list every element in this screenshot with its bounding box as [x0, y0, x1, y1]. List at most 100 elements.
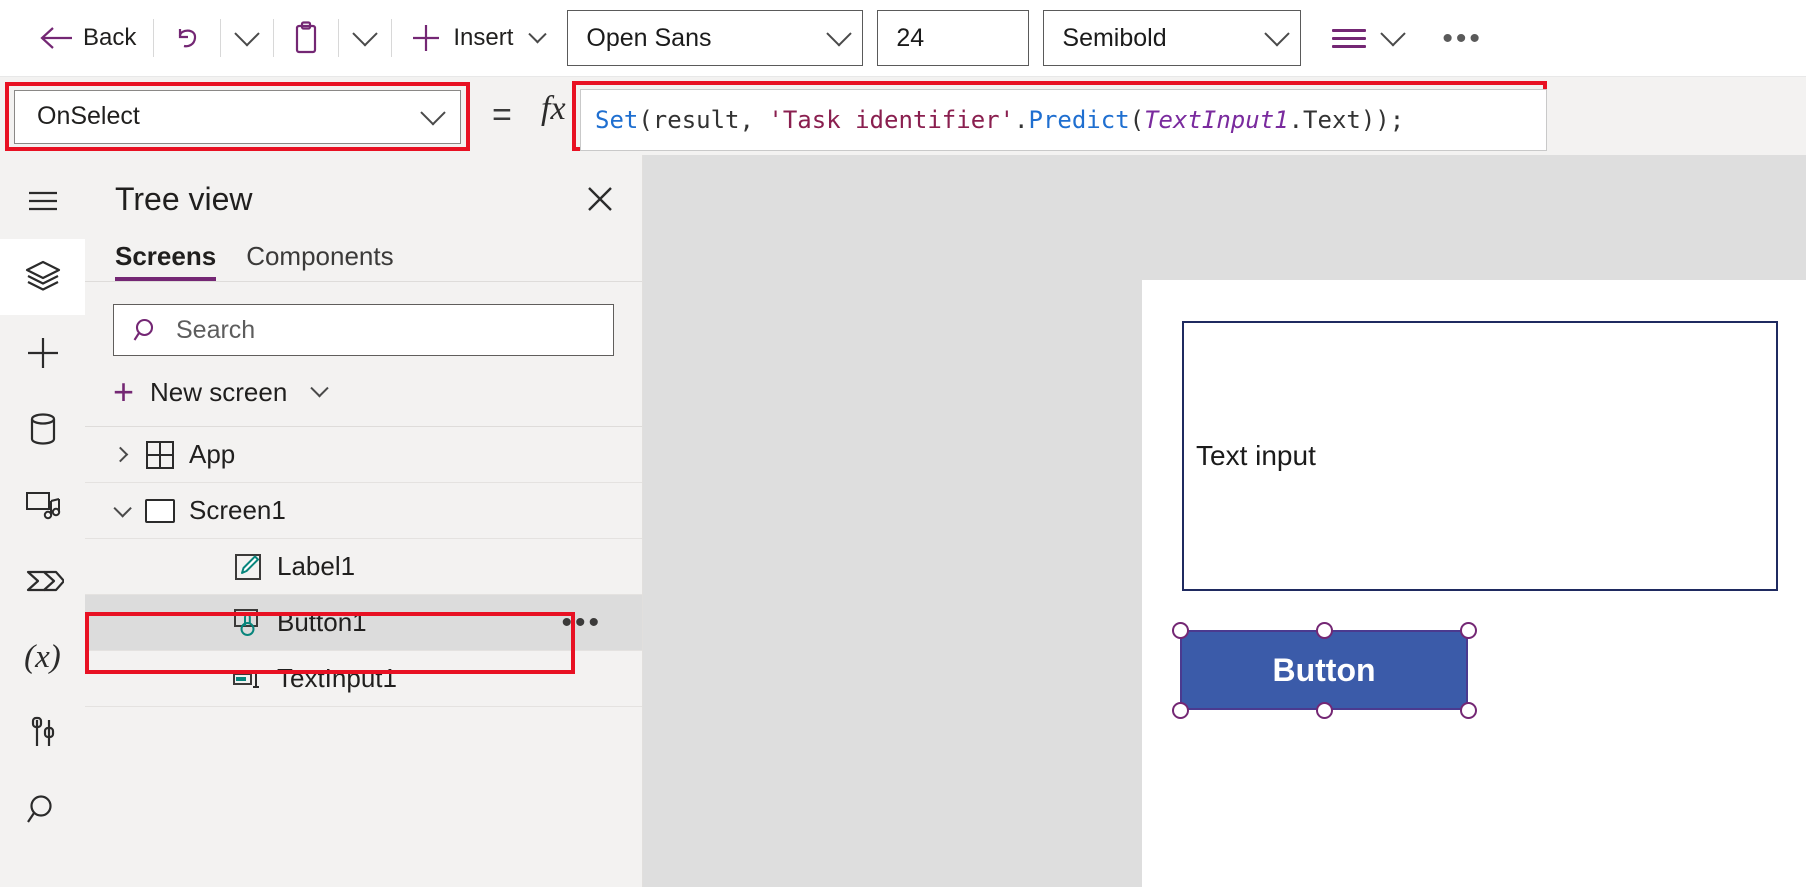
page-title: Tree view [115, 180, 253, 217]
text-align-button[interactable] [1323, 11, 1375, 65]
chevron-down-icon [1264, 21, 1291, 47]
layers-tree-view-icon [25, 260, 60, 291]
tree-row-textinput1[interactable]: TextInput1 [85, 651, 642, 707]
back-label: Back [83, 24, 137, 51]
search-icon [26, 795, 52, 823]
search-input[interactable]: Search [113, 304, 614, 356]
insert-button[interactable]: Insert [400, 11, 553, 65]
rail-item-power-automate[interactable] [0, 543, 85, 619]
power-apps-studio: Back Insert Open Sans 24 Semibold ••• On… [0, 0, 1806, 887]
rail-item-tree-view[interactable] [0, 239, 85, 315]
rail-item-insert[interactable] [0, 315, 85, 391]
search-placeholder: Search [176, 315, 256, 344]
formula-input[interactable]: Set(result, 'Task identifier'.Predict(Te… [580, 89, 1547, 151]
property-select[interactable]: OnSelect [14, 89, 461, 144]
font-family-value: Open Sans [586, 23, 712, 52]
chevron-down-icon [420, 99, 446, 125]
toolbar-overflow-button[interactable]: ••• [1433, 11, 1492, 65]
resize-handle-top-left[interactable] [1171, 621, 1189, 639]
tree-row-screen1[interactable]: Screen1 [85, 483, 642, 539]
power-automate-icon [26, 570, 64, 592]
formula-token-plain: .Text)); [1288, 106, 1405, 134]
tree-row-label: Label1 [277, 551, 356, 581]
rail-item-media[interactable] [0, 467, 85, 543]
toolbar-divider [391, 19, 393, 57]
tree-row-button1[interactable]: Button1 ••• [85, 595, 642, 651]
tree-view-header: Tree view [85, 155, 642, 227]
tab-screens[interactable]: Screens [115, 241, 217, 281]
settings-tools-icon [31, 716, 54, 746]
toolbar-divider [153, 19, 155, 57]
rail-item-menu[interactable] [0, 163, 85, 239]
chevron-down-icon [352, 21, 379, 47]
font-size-input[interactable]: 24 [877, 10, 1030, 66]
text-input-value: Text input [1196, 440, 1316, 471]
formula-token-str: 'Task identifier' [768, 106, 1015, 134]
chevron-down-icon [826, 21, 853, 47]
property-selector-highlight: OnSelect [5, 82, 470, 151]
undo-icon [179, 29, 197, 48]
resize-handle-bottom-right[interactable] [1459, 701, 1477, 719]
more-horizontal-icon[interactable]: ••• [561, 607, 602, 637]
font-weight-value: Semibold [1062, 23, 1167, 52]
undo-dropdown-button[interactable] [229, 11, 265, 65]
text-input-icon [225, 666, 271, 692]
arrow-left-icon [40, 27, 72, 49]
tree-row-label: TextInput1 [277, 663, 397, 693]
tree-row-label: Screen1 [189, 495, 286, 525]
insert-label: Insert [453, 24, 514, 51]
search-row: Search [85, 282, 642, 356]
rail-item-advanced-tools[interactable] [0, 695, 85, 771]
toolbar-divider [338, 19, 340, 57]
variables-x-icon: (x) [24, 638, 61, 675]
paste-dropdown-button[interactable] [347, 11, 383, 65]
rail-item-variables[interactable]: (x) [0, 619, 85, 695]
expand-collapse-chevron-icon[interactable] [103, 446, 137, 463]
new-screen-label: New screen [150, 376, 288, 407]
formula-token-ctrl: TextInput1 [1144, 106, 1289, 134]
button-click-icon [225, 608, 271, 638]
more-horizontal-icon: ••• [1442, 21, 1483, 55]
resize-handle-bottom-center[interactable] [1315, 701, 1333, 719]
media-icon [25, 492, 60, 520]
font-size-value: 24 [896, 23, 925, 52]
undo-button[interactable] [162, 11, 212, 65]
label-pencil-icon [225, 552, 271, 582]
toolbar-divider [273, 19, 275, 57]
canvas-text-input[interactable]: Text input [1182, 321, 1778, 591]
paste-button[interactable] [282, 11, 330, 65]
back-button[interactable]: Back [30, 11, 145, 65]
chevron-down-icon [528, 24, 548, 43]
resize-handle-bottom-left[interactable] [1171, 701, 1189, 719]
clipboard-paste-icon [296, 21, 317, 54]
font-family-select[interactable]: Open Sans [567, 10, 864, 66]
resize-handle-top-right[interactable] [1459, 621, 1477, 639]
font-weight-select[interactable]: Semibold [1043, 10, 1302, 66]
screen-icon [137, 498, 183, 524]
rail-item-search[interactable] [0, 771, 85, 847]
formula-token-plain: . [1014, 106, 1029, 134]
toolbar-divider [220, 19, 222, 57]
hamburger-menu-icon [28, 191, 57, 211]
database-data-icon [30, 413, 55, 445]
close-icon[interactable] [578, 177, 622, 221]
rail-item-data[interactable] [0, 391, 85, 467]
tab-components[interactable]: Components [246, 241, 393, 281]
plus-icon: + [113, 371, 135, 412]
button-label: Button [1272, 651, 1376, 688]
formula-token-fn: Set [595, 106, 639, 134]
expand-collapse-chevron-icon[interactable] [103, 499, 137, 518]
plus-icon [413, 25, 440, 51]
tree-row-app[interactable]: App [85, 427, 642, 483]
new-screen-button[interactable]: + New screen [85, 356, 642, 427]
align-dropdown-button[interactable] [1375, 11, 1411, 65]
tree-row-label: App [189, 439, 236, 469]
canvas-button[interactable]: Button [1180, 630, 1468, 710]
tree-row-label1[interactable]: Label1 [85, 539, 642, 595]
resize-handle-top-center[interactable] [1315, 621, 1333, 639]
app-grid-icon [137, 440, 183, 470]
plus-insert-icon [27, 338, 58, 368]
close-x-glyph [588, 187, 612, 211]
search-icon [133, 318, 154, 341]
chevron-down-icon [1380, 21, 1407, 47]
